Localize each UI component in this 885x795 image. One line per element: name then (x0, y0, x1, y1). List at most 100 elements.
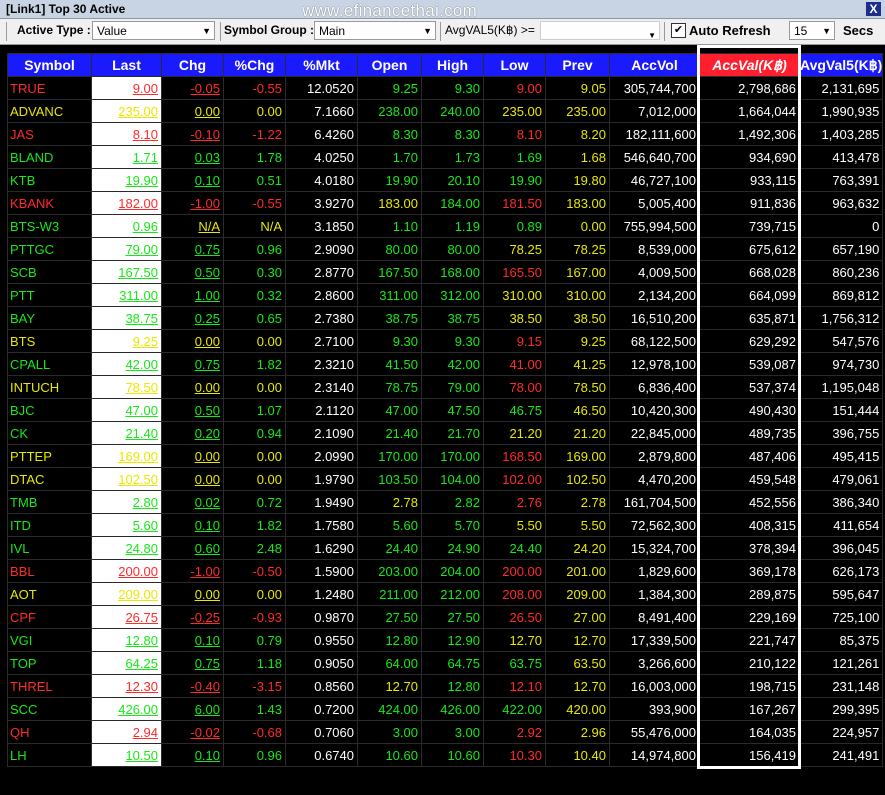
cell-symbol[interactable]: BBL (7, 559, 92, 583)
cell-symbol[interactable]: TOP (7, 651, 92, 675)
table-row[interactable]: KTB 19.90 0.10 0.51 4.0180 19.90 20.10 19.90 19.… (7, 168, 884, 192)
cell-open: 24.40 (357, 536, 422, 560)
cell-symbol[interactable]: AOT (7, 582, 92, 606)
table-row[interactable]: BLAND 1.71 0.03 1.78 4.0250 1.70 1.73 1.69 1.68 5… (7, 145, 884, 169)
table-row[interactable]: SCC 426.00 6.00 1.43 0.7200 424.00 426.00 422.0… (7, 697, 884, 721)
cell-pchg: 0.72 (223, 490, 286, 514)
cell-last: 182.00 (91, 191, 162, 215)
active-type-select[interactable]: Value ▼ (92, 21, 215, 40)
table-row[interactable]: TRUE 9.00 -0.05 -0.55 12.0520 9.25 9.30 9.00 9.0… (7, 76, 884, 100)
table-row[interactable]: PTTEP 169.00 0.00 0.00 2.0990 170.00 170.00 168… (7, 444, 884, 468)
table-row[interactable]: QH 2.94 -0.02 -0.68 0.7060 3.00 3.00 2.92 2.96 55… (7, 720, 884, 744)
cell-accval: 635,871 (699, 306, 800, 330)
avg-filter-input[interactable]: ▼ (540, 21, 660, 40)
cell-symbol[interactable]: SCB (7, 260, 92, 284)
column-header-chg[interactable]: Chg (161, 53, 224, 77)
table-row[interactable]: JAS 8.10 -0.10 -1.22 6.4260 8.30 8.30 8.10 8.20 1… (7, 122, 884, 146)
table-row[interactable]: THREL 12.30 -0.40 -3.15 0.8560 12.70 12.80 12.1… (7, 674, 884, 698)
table-row[interactable]: KBANK 182.00 -1.00 -0.55 3.9270 183.00 184.00 1… (7, 191, 884, 215)
symbol-group-label: Symbol Group : (224, 23, 314, 37)
table-row[interactable]: BBL 200.00 -1.00 -0.50 1.5900 203.00 204.00 200… (7, 559, 884, 583)
cell-prev: 9.05 (545, 76, 610, 100)
cell-symbol[interactable]: BJC (7, 398, 92, 422)
column-header-accval[interactable]: AccVal(K฿) (699, 53, 800, 77)
cell-symbol[interactable]: TMB (7, 490, 92, 514)
cell-symbol[interactable]: CPALL (7, 352, 92, 376)
table-row[interactable]: CK 21.40 0.20 0.94 2.1090 21.40 21.70 21.20 21.2… (7, 421, 884, 445)
table-row[interactable]: LH 10.50 0.10 0.96 0.6740 10.60 10.60 10.30 10.4… (7, 743, 884, 767)
cell-symbol[interactable]: SCC (7, 697, 92, 721)
table-row[interactable]: SCB 167.50 0.50 0.30 2.8770 167.50 168.00 165.5… (7, 260, 884, 284)
close-button[interactable]: X (866, 2, 881, 16)
cell-symbol[interactable]: VGI (7, 628, 92, 652)
table-row[interactable]: INTUCH 78.50 0.00 0.00 2.3140 78.75 79.00 78.00… (7, 375, 884, 399)
column-header-open[interactable]: Open (357, 53, 422, 77)
cell-symbol[interactable]: LH (7, 743, 92, 767)
column-header-pmkt[interactable]: %Mkt (285, 53, 358, 77)
cell-symbol[interactable]: BAY (7, 306, 92, 330)
cell-chg: 0.00 (161, 99, 224, 123)
table-row[interactable]: BTS-W3 0.96 N/A N/A 3.1850 1.10 1.19 0.89 0.00 75… (7, 214, 884, 238)
cell-symbol[interactable]: PTTGC (7, 237, 92, 261)
table-row[interactable]: CPALL 42.00 0.75 1.82 2.3210 41.50 42.00 41.00 4… (7, 352, 884, 376)
cell-prev: 201.00 (545, 559, 610, 583)
cell-last: 19.90 (91, 168, 162, 192)
table-row[interactable]: BJC 47.00 0.50 1.07 2.1120 47.00 47.50 46.75 46.… (7, 398, 884, 422)
table-row[interactable]: VGI 12.80 0.10 0.79 0.9550 12.80 12.90 12.70 12.… (7, 628, 884, 652)
table-row[interactable]: PTT 311.00 1.00 0.32 2.8600 311.00 312.00 310.0… (7, 283, 884, 307)
table-row[interactable]: BAY 38.75 0.25 0.65 2.7380 38.75 38.75 38.50 38.… (7, 306, 884, 330)
cell-symbol[interactable]: PTT (7, 283, 92, 307)
table-row[interactable]: AOT 209.00 0.00 0.00 1.2480 211.00 212.00 208.0… (7, 582, 884, 606)
cell-symbol[interactable]: CK (7, 421, 92, 445)
avg-filter-label: AvgVAL5(K฿) >= (445, 23, 535, 37)
cell-low: 310.00 (483, 283, 546, 307)
cell-symbol[interactable]: PTTEP (7, 444, 92, 468)
cell-low: 0.89 (483, 214, 546, 238)
cell-symbol[interactable]: TRUE (7, 76, 92, 100)
cell-accval: 210,122 (699, 651, 800, 675)
column-header-low[interactable]: Low (483, 53, 546, 77)
cell-symbol[interactable]: ADVANC (7, 99, 92, 123)
auto-refresh-checkbox[interactable]: ✔ (671, 23, 686, 38)
cell-symbol[interactable]: BTS (7, 329, 92, 353)
column-header-last[interactable]: Last (91, 53, 162, 77)
cell-symbol[interactable]: INTUCH (7, 375, 92, 399)
column-header-pchg[interactable]: %Chg (223, 53, 286, 77)
table-row[interactable]: CPF 26.75 -0.25 -0.93 0.9870 27.50 27.50 26.50 2… (7, 605, 884, 629)
cell-pmkt: 1.6290 (285, 536, 358, 560)
refresh-interval-select[interactable]: 15 ▼ (789, 21, 835, 40)
cell-pchg: -1.22 (223, 122, 286, 146)
cell-chg: 0.00 (161, 582, 224, 606)
table-row[interactable]: PTTGC 79.00 0.75 0.96 2.9090 80.00 80.00 78.25 7… (7, 237, 884, 261)
table-row[interactable]: DTAC 102.50 0.00 0.00 1.9790 103.50 104.00 102.… (7, 467, 884, 491)
table-row[interactable]: ITD 5.60 0.10 1.82 1.7580 5.60 5.70 5.50 5.50 72,… (7, 513, 884, 537)
table-row[interactable]: IVL 24.80 0.60 2.48 1.6290 24.40 24.90 24.40 24.… (7, 536, 884, 560)
cell-accvol: 12,978,100 (609, 352, 700, 376)
cell-symbol[interactable]: ITD (7, 513, 92, 537)
table-row[interactable]: BTS 9.25 0.00 0.00 2.7100 9.30 9.30 9.15 9.25 68,… (7, 329, 884, 353)
column-header-avgval5[interactable]: AvgVal5(K฿) (798, 53, 884, 77)
column-header-prev[interactable]: Prev (545, 53, 610, 77)
cell-symbol[interactable]: KTB (7, 168, 92, 192)
cell-symbol[interactable]: IVL (7, 536, 92, 560)
cell-symbol[interactable]: CPF (7, 605, 92, 629)
cell-last: 0.96 (91, 214, 162, 238)
cell-symbol[interactable]: BTS-W3 (7, 214, 92, 238)
cell-symbol[interactable]: THREL (7, 674, 92, 698)
cell-symbol[interactable]: JAS (7, 122, 92, 146)
cell-accvol: 15,324,700 (609, 536, 700, 560)
cell-symbol[interactable]: KBANK (7, 191, 92, 215)
cell-accval: 408,315 (699, 513, 800, 537)
cell-symbol[interactable]: DTAC (7, 467, 92, 491)
column-header-high[interactable]: High (421, 53, 484, 77)
cell-prev: 19.80 (545, 168, 610, 192)
table-row[interactable]: TMB 2.80 0.02 0.72 1.9490 2.78 2.82 2.76 2.78 161… (7, 490, 884, 514)
cell-chg: 0.00 (161, 444, 224, 468)
column-header-symbol[interactable]: Symbol (7, 53, 92, 77)
symbol-group-select[interactable]: Main ▼ (314, 21, 436, 40)
cell-symbol[interactable]: BLAND (7, 145, 92, 169)
table-row[interactable]: TOP 64.25 0.75 1.18 0.9050 64.00 64.75 63.75 63.… (7, 651, 884, 675)
table-row[interactable]: ADVANC 235.00 0.00 0.00 7.1660 238.00 240.00 23… (7, 99, 884, 123)
column-header-accvol[interactable]: AccVol (609, 53, 700, 77)
cell-symbol[interactable]: QH (7, 720, 92, 744)
